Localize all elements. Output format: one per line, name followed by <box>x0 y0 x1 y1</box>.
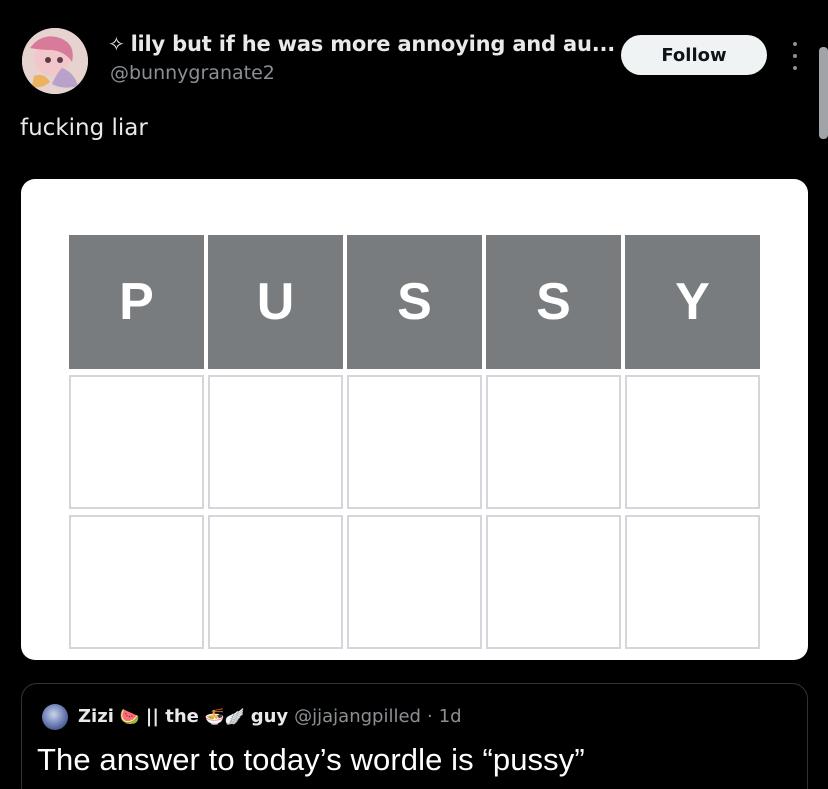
quoted-tweet[interactable]: Zizi 🍉 || the 🍜🪽 guy @jjajangpilled · 1d… <box>21 683 808 789</box>
author-name[interactable]: ✧ lily but if he was more annoying and a… <box>108 32 615 56</box>
wordle-tile-empty <box>208 375 343 509</box>
wordle-tile-filled: U <box>208 235 343 369</box>
sparkle-icon: ✧ <box>108 32 125 56</box>
author-display-name[interactable]: lily but if he was more annoying and au.… <box>131 32 616 56</box>
quoted-author-name-part3[interactable]: guy <box>251 706 288 727</box>
wordle-tile-empty <box>69 515 204 649</box>
wordle-row <box>69 375 761 509</box>
noodles-wing-icon: 🍜🪽 <box>204 707 245 726</box>
quoted-author-name-part2[interactable]: || the <box>146 706 199 727</box>
wordle-grid: PUSSY <box>69 235 761 655</box>
wordle-tile-empty <box>486 375 621 509</box>
author-handle[interactable]: @bunnygranate2 <box>110 62 275 84</box>
author-avatar[interactable] <box>22 28 88 94</box>
follow-button[interactable]: Follow <box>621 35 767 75</box>
watermelon-icon: 🍉 <box>119 707 140 726</box>
wordle-tile-empty <box>625 375 760 509</box>
quoted-tweet-text: The answer to today’s wordle is “pussy” <box>37 742 585 777</box>
wordle-tile-empty <box>625 515 760 649</box>
wordle-row <box>69 515 761 649</box>
quoted-author-row: Zizi 🍉 || the 🍜🪽 guy @jjajangpilled · 1d <box>78 706 462 727</box>
wordle-tile-empty <box>347 515 482 649</box>
tweet-image[interactable]: PUSSY <box>21 179 808 660</box>
quoted-author-name-part1[interactable]: Zizi <box>78 706 114 727</box>
tweet-text: fucking liar <box>20 115 148 141</box>
wordle-tile-empty <box>208 515 343 649</box>
wordle-row: PUSSY <box>69 235 761 369</box>
wordle-tile-filled: S <box>486 235 621 369</box>
wordle-tile-filled: Y <box>625 235 760 369</box>
wordle-tile-filled: P <box>69 235 204 369</box>
quoted-author-avatar[interactable] <box>42 704 68 730</box>
scrollbar[interactable] <box>819 47 828 139</box>
wordle-tile-empty <box>486 515 621 649</box>
wordle-tile-filled: S <box>347 235 482 369</box>
quoted-author-handle[interactable]: @jjajangpilled <box>294 706 421 727</box>
wordle-tile-empty <box>69 375 204 509</box>
tweet-page: ✧ lily but if he was more annoying and a… <box>0 0 828 789</box>
quoted-timestamp[interactable]: 1d <box>439 706 462 727</box>
more-options-icon[interactable] <box>785 42 805 70</box>
separator-dot: · <box>426 706 433 727</box>
wordle-tile-empty <box>347 375 482 509</box>
